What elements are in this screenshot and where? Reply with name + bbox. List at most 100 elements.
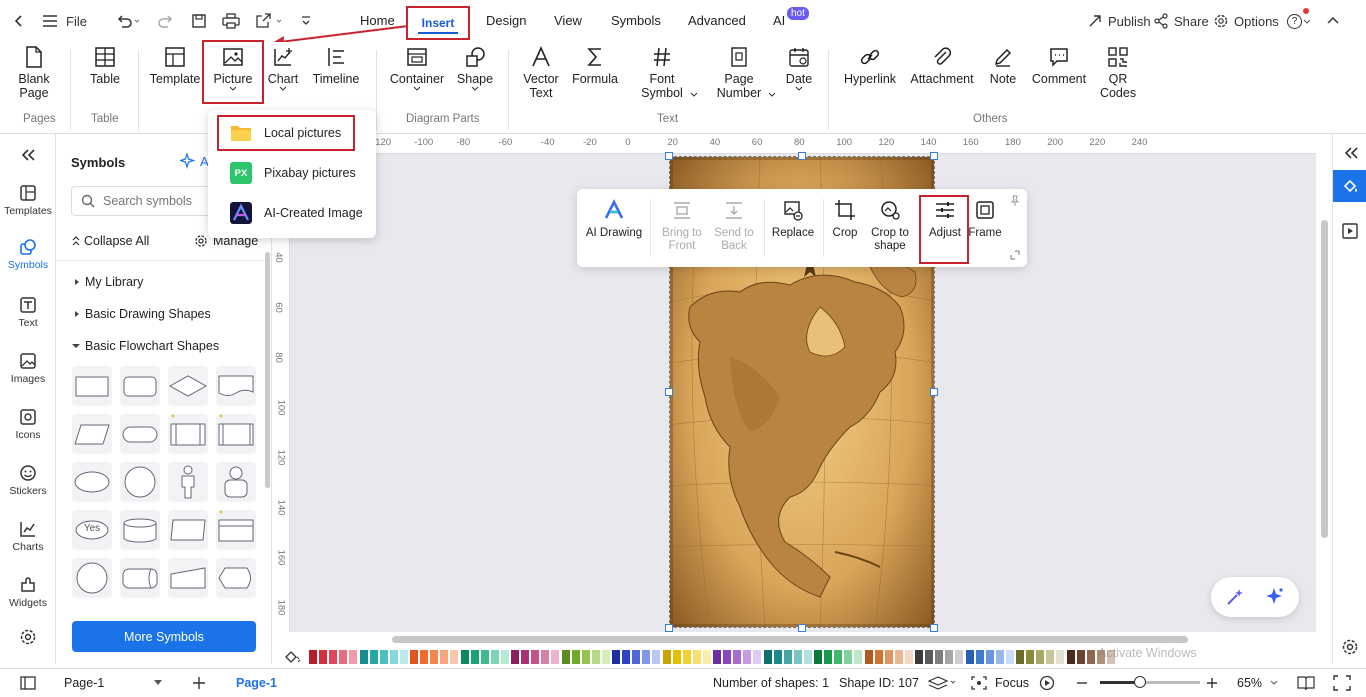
shape-data[interactable] xyxy=(72,414,112,454)
shape-ellipse[interactable] xyxy=(72,462,112,502)
color-swatch[interactable] xyxy=(430,650,439,664)
color-swatch[interactable] xyxy=(995,650,1004,664)
font-symbol-button[interactable]: Font Symbol xyxy=(636,46,688,100)
style-panel-button[interactable] xyxy=(1333,170,1366,202)
shape-decision[interactable] xyxy=(168,366,208,406)
focus-button[interactable]: Focus xyxy=(971,676,1029,690)
book-view-icon[interactable] xyxy=(1297,675,1315,691)
color-swatch[interactable] xyxy=(591,650,600,664)
color-swatch[interactable] xyxy=(955,650,964,664)
rail-item-widgets[interactable]: Widgets xyxy=(0,576,56,609)
color-swatch[interactable] xyxy=(511,650,519,664)
ai-symbols-button[interactable]: A xyxy=(180,153,209,169)
magic-wand-icon[interactable] xyxy=(1225,587,1245,607)
note-button[interactable]: Note xyxy=(986,46,1020,86)
color-swatch[interactable] xyxy=(935,650,944,664)
color-swatch[interactable] xyxy=(803,650,812,664)
color-swatch[interactable] xyxy=(309,650,317,664)
tab-advanced[interactable]: Advanced xyxy=(688,13,746,28)
search-symbols-field[interactable] xyxy=(71,186,211,216)
rail-item-text[interactable]: Text xyxy=(0,296,56,329)
chevron-down-icon[interactable] xyxy=(768,92,776,98)
shape-actor[interactable] xyxy=(168,462,208,502)
color-swatch[interactable] xyxy=(339,650,348,664)
color-swatch[interactable] xyxy=(460,650,469,664)
qr-codes-button[interactable]: QR Codes xyxy=(1100,46,1136,100)
shape-terminator[interactable] xyxy=(120,414,160,454)
shape-display[interactable] xyxy=(216,558,256,598)
zoom-out-icon[interactable] xyxy=(1076,676,1088,690)
attachment-button[interactable]: Attachment xyxy=(908,46,976,86)
send-to-back-button[interactable]: Send to Back xyxy=(709,199,759,253)
shape-user[interactable] xyxy=(216,462,256,502)
color-swatch[interactable] xyxy=(420,650,429,664)
color-swatch[interactable] xyxy=(1086,650,1095,664)
color-swatch[interactable] xyxy=(601,650,610,664)
color-swatch[interactable] xyxy=(379,650,388,664)
panel-scrollbar[interactable] xyxy=(265,252,270,488)
options-button[interactable]: Options xyxy=(1213,11,1279,31)
expand-icon[interactable] xyxy=(1009,249,1021,261)
play-icon[interactable] xyxy=(1039,675,1055,691)
color-swatch[interactable] xyxy=(369,650,378,664)
color-swatch[interactable] xyxy=(349,650,358,664)
collapse-ribbon-icon[interactable] xyxy=(1326,11,1340,31)
hyperlink-button[interactable]: Hyperlink xyxy=(840,46,900,86)
color-swatch[interactable] xyxy=(652,650,661,664)
color-swatch[interactable] xyxy=(1016,650,1024,664)
color-swatch[interactable] xyxy=(450,650,459,664)
shape-database[interactable] xyxy=(120,510,160,550)
color-swatch[interactable] xyxy=(925,650,934,664)
settings-icon[interactable] xyxy=(0,628,56,649)
more-symbols-button[interactable]: More Symbols xyxy=(72,621,256,652)
color-swatch[interactable] xyxy=(1056,650,1065,664)
color-swatch[interactable] xyxy=(702,650,711,664)
menu-item-pixabay-pictures[interactable]: PX Pixabay pictures xyxy=(208,155,376,191)
page-select[interactable]: Page-1 xyxy=(58,672,168,694)
color-swatch[interactable] xyxy=(884,650,893,664)
rail-item-icons[interactable]: Icons xyxy=(0,408,56,441)
color-swatch[interactable] xyxy=(470,650,479,664)
crop-to-shape-button[interactable]: Crop to shape xyxy=(867,199,913,253)
color-swatch[interactable] xyxy=(571,650,580,664)
comment-button[interactable]: Comment xyxy=(1030,46,1088,86)
tab-page-1[interactable]: Page-1 xyxy=(236,676,277,690)
color-swatch[interactable] xyxy=(1046,650,1055,664)
shape-direct-data[interactable] xyxy=(120,558,160,598)
color-swatch[interactable] xyxy=(783,650,792,664)
page-layout-icon[interactable] xyxy=(20,676,36,690)
color-swatch[interactable] xyxy=(975,650,984,664)
color-swatch[interactable] xyxy=(965,650,974,664)
layers-icon[interactable] xyxy=(928,675,958,691)
page-number-button[interactable]: Page Number xyxy=(714,46,764,100)
color-swatch[interactable] xyxy=(359,650,368,664)
color-swatch[interactable] xyxy=(622,650,631,664)
shape-process[interactable] xyxy=(72,366,112,406)
formula-button[interactable]: Formula xyxy=(570,46,620,86)
color-swatch[interactable] xyxy=(894,650,903,664)
resize-handle[interactable] xyxy=(798,624,806,632)
publish-button[interactable]: Publish xyxy=(1087,11,1151,31)
section-my-library[interactable]: My Library xyxy=(73,275,143,289)
color-swatch[interactable] xyxy=(672,650,681,664)
file-menu[interactable]: File xyxy=(42,11,87,31)
zoom-slider-knob[interactable] xyxy=(1134,676,1146,688)
color-swatch[interactable] xyxy=(410,650,418,664)
color-swatch[interactable] xyxy=(814,650,822,664)
color-swatch[interactable] xyxy=(480,650,489,664)
rail-item-charts[interactable]: Charts xyxy=(0,520,56,553)
color-swatch[interactable] xyxy=(500,650,509,664)
fullscreen-icon[interactable] xyxy=(1333,675,1351,691)
shape-predefined-process[interactable] xyxy=(168,414,208,454)
color-swatch[interactable] xyxy=(662,650,671,664)
help-button[interactable]: ? xyxy=(1287,8,1312,31)
replace-button[interactable]: Replace xyxy=(770,199,816,240)
collapse-panel-icon[interactable] xyxy=(0,148,56,165)
color-swatch[interactable] xyxy=(319,650,328,664)
ai-sparkle-icon[interactable] xyxy=(1265,587,1285,607)
color-swatch[interactable] xyxy=(531,650,540,664)
resize-handle[interactable] xyxy=(665,152,673,160)
date-button[interactable]: Date xyxy=(784,46,814,96)
tab-symbols[interactable]: Symbols xyxy=(611,13,661,28)
color-swatch[interactable] xyxy=(1026,650,1035,664)
